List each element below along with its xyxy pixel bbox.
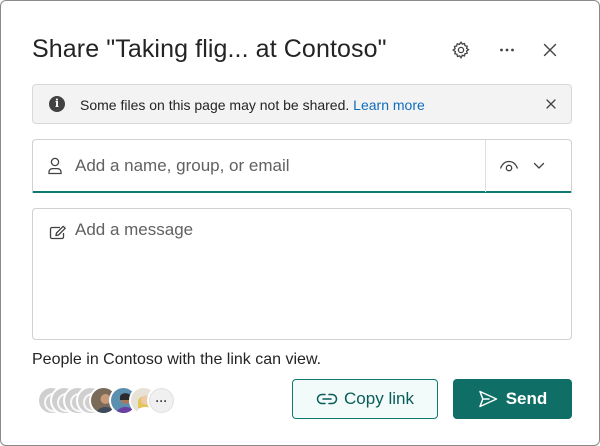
- warning-banner: i Some files on this page may not be sha…: [32, 84, 572, 124]
- send-label: Send: [505, 389, 548, 408]
- copy-link-button[interactable]: Copy link: [292, 379, 438, 419]
- gear-icon: [452, 41, 470, 60]
- banner-message: Some files on this page may not be share…: [80, 97, 350, 113]
- info-icon: i: [49, 96, 65, 112]
- ellipsis-icon: [500, 48, 514, 52]
- share-dialog: Share "Taking flig... at Contoso" i Some…: [0, 0, 600, 446]
- close-button[interactable]: [537, 37, 563, 63]
- more-people-button[interactable]: ···: [147, 386, 176, 415]
- permission-dropdown[interactable]: [499, 153, 563, 179]
- people-picker: [32, 139, 572, 193]
- learn-more-link[interactable]: Learn more: [353, 97, 425, 113]
- people-input[interactable]: [75, 149, 475, 183]
- chevron-down-icon: [533, 162, 545, 169]
- close-icon: [543, 43, 557, 57]
- message-input[interactable]: [75, 220, 555, 330]
- more-options-button[interactable]: [494, 37, 520, 63]
- dialog-title: Share "Taking flig... at Contoso": [32, 35, 387, 63]
- message-box: [32, 208, 572, 340]
- edit-icon: [49, 225, 66, 240]
- link-icon: [316, 393, 338, 405]
- banner-dismiss-button[interactable]: [543, 96, 559, 112]
- send-icon: [478, 390, 497, 408]
- link-scope-settings[interactable]: People in Contoso with the link can view…: [32, 351, 321, 369]
- picker-divider: [485, 140, 486, 192]
- copy-link-label: Copy link: [344, 389, 414, 408]
- eye-icon: [499, 160, 519, 172]
- close-icon: [546, 99, 556, 109]
- send-button[interactable]: Send: [453, 379, 572, 419]
- shared-with-avatars[interactable]: ···: [37, 386, 177, 416]
- settings-button[interactable]: [448, 37, 474, 63]
- person-icon: [48, 157, 62, 175]
